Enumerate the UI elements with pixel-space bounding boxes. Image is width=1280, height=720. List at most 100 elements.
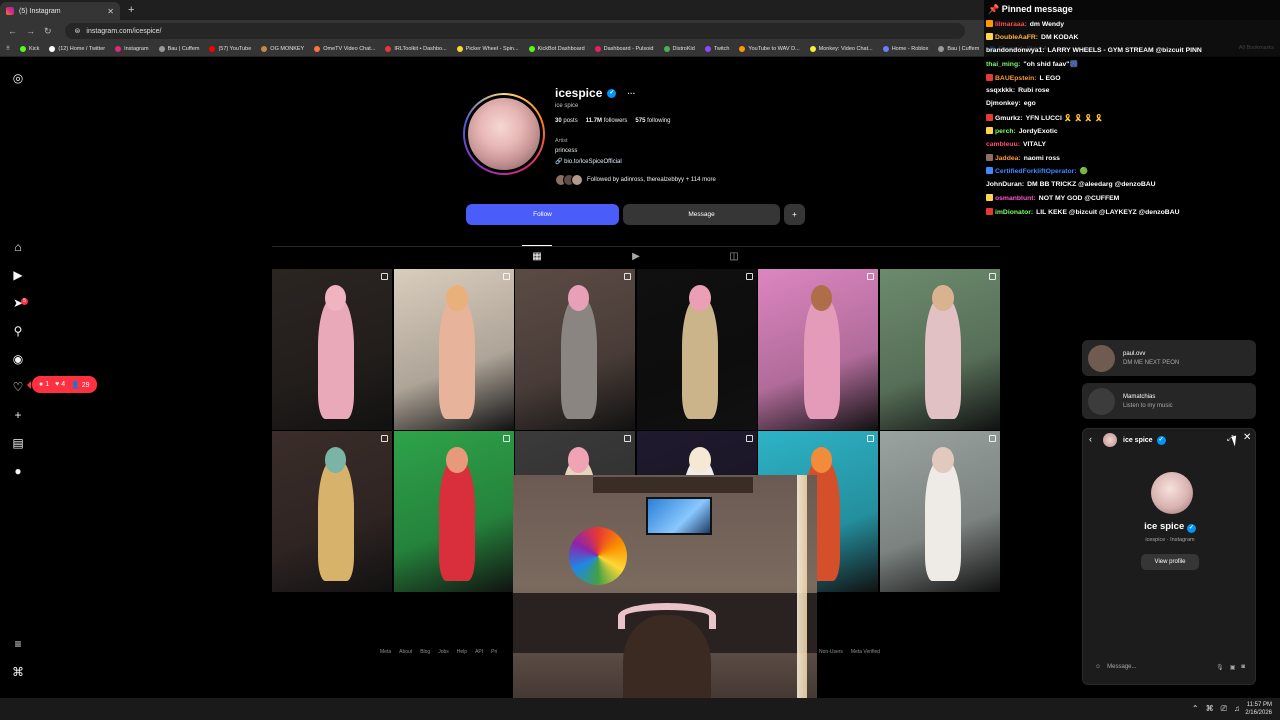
close-icon[interactable]: ✕ [1243,432,1251,443]
home-icon[interactable]: ⌂ [11,240,25,254]
post-thumbnail[interactable] [636,269,757,430]
dm-message-input[interactable]: ☺ Message... 🎙 ▣ ◙ [1095,659,1245,675]
tray-icon[interactable]: ⌘ [1206,704,1214,714]
browser-tab-instagram[interactable]: (5) Instagram ✕ [0,2,120,20]
profile-options-icon[interactable]: ··· [627,89,635,98]
bookmark-item[interactable]: Picker Wheel - Spin... [456,46,519,52]
tray-icon[interactable]: ⎚ [1221,704,1227,714]
like-count: ♥ 4 [55,381,66,388]
suggested-users-button[interactable]: + [784,204,805,225]
footer-link[interactable]: Pri [491,649,497,655]
taskbar-clock[interactable]: 11:57 PM 2/16/2026 [1245,701,1272,717]
post-thumbnail[interactable] [272,431,392,592]
profile-avatar-icon[interactable]: ● [11,464,25,478]
tray-icon[interactable]: ♫ [1234,704,1240,714]
emoji-icon[interactable]: ☺ [1095,664,1101,670]
tray-icon[interactable]: ⌃ [1192,704,1199,714]
post-thumbnail[interactable] [515,269,635,430]
carousel-icon [867,435,874,442]
new-tab-button[interactable]: + [128,4,134,16]
bookmark-item[interactable]: OmeTV Video Chat... [314,46,375,52]
footer-link[interactable]: Non-Users [819,649,843,655]
bookmark-item[interactable]: Home - Roblox [882,46,928,52]
bookmark-item[interactable]: OG MONKEY [261,46,304,52]
followers-stat[interactable]: 11.7M followers [586,118,628,124]
footer-link[interactable]: Meta [380,649,391,655]
post-thumbnail[interactable] [758,269,878,430]
bookmark-label: Monkey: Video Chat... [818,46,873,52]
dm-thread[interactable]: Mamatchias Listen to my music [1082,383,1256,419]
reels-icon[interactable]: ▶ [11,268,25,282]
site-info-icon[interactable]: ⊜ [75,27,81,35]
follow-button[interactable]: Follow [466,204,619,225]
more-menu-icon[interactable]: ≡ [11,637,25,651]
bookmark-item[interactable]: (57) YouTube [209,46,251,52]
clock-time: 11:57 PM [1246,702,1272,708]
dm-header-title[interactable]: ice spice ✓ [1123,436,1166,445]
image-icon[interactable]: ▣ [1230,664,1236,671]
profile-tabs-divider [272,246,1000,247]
carousel-icon [502,435,510,442]
profile-avatar[interactable] [463,93,545,175]
reels-tab-icon[interactable]: ▶ [630,251,642,263]
chat-username: ssqxkkk: [986,87,1016,94]
footer-link[interactable]: Blog [420,649,430,655]
bookmark-item[interactable]: Instagram [115,46,149,52]
create-icon[interactable]: + [11,408,25,422]
profile-link[interactable]: 🔗 bio.to/IceSpiceOfficial [555,158,622,165]
bookmark-item[interactable]: Dashboard - Pulsoid [594,46,654,52]
footer-link[interactable]: Help [457,649,467,655]
dm-thread[interactable]: paul.ovv DM ME NEXT PEON [1082,340,1256,376]
back-chevron-icon[interactable]: ‹ [1089,434,1092,444]
post-thumbnail[interactable] [393,269,514,430]
address-bar[interactable]: ⊜ instagram.com/icespice/ [64,23,965,39]
posts-grid-tab-icon[interactable]: ▦ [531,251,543,263]
dashboard-icon[interactable]: ▤ [11,436,25,450]
footer-links: Meta About Blog Jobs Help API Pri [380,649,497,655]
bookmark-item[interactable]: (12) Home / Twitter [49,46,105,52]
url-text: instagram.com/icespice/ [86,27,162,35]
back-icon[interactable]: ← [8,26,17,36]
instagram-logo-icon[interactable]: ◎ [11,71,25,85]
footer-link[interactable]: API [475,649,483,655]
bookmark-item[interactable]: DistroKid [663,46,695,52]
forward-icon[interactable]: → [26,26,35,36]
followed-by-row[interactable]: Followed by adinross, therealzebbyy + 11… [555,174,716,186]
footer-link[interactable]: Meta Verified [851,649,880,655]
footer-link[interactable]: Jobs [438,649,449,655]
bookmark-item[interactable]: Twitch [704,46,729,52]
post-thumbnail[interactable] [393,431,514,592]
apps-icon[interactable]: ⠿ [6,46,10,52]
meta-apps-icon[interactable]: ⌘ [11,665,25,679]
bookmark-item[interactable]: Bau | Cuffem [158,46,199,52]
notifications-heart-icon[interactable]: ♡ [11,380,25,394]
close-tab-icon[interactable]: ✕ [107,7,114,16]
bookmark-item[interactable]: Monkey: Video Chat... [809,46,873,52]
tagged-tab-icon[interactable]: ◫ [728,251,740,263]
post-thumbnail[interactable] [879,269,1000,430]
chat-text: LIL KEKE @bizcuit @LAYKEYZ @denzoBAU [1036,208,1180,216]
bookmark-item[interactable]: Bau | Cuffem [938,46,979,52]
verified-badge-icon: ✓ [607,88,617,98]
prize-wheel [569,527,627,585]
following-stat[interactable]: 575 following [635,118,670,124]
bookmark-item[interactable]: KickBot Dashboard [528,46,585,52]
bookmark-item[interactable]: Kick [20,46,39,52]
carousel-icon [624,273,631,280]
mic-icon[interactable]: 🎙 [1216,664,1224,671]
chat-username: perch: [995,128,1016,136]
activity-notification-pill[interactable]: ● 1 ♥ 4 👤 29 [27,376,97,393]
post-thumbnail[interactable] [879,431,1000,592]
search-icon[interactable]: ⚲ [11,324,25,338]
view-profile-button[interactable]: View profile [1141,554,1199,570]
post-subject-head [446,447,468,473]
sticker-icon[interactable]: ◙ [1241,664,1245,670]
bookmark-item[interactable]: IRLToolkit • Dashbo... [385,46,447,52]
explore-icon[interactable]: ◉ [11,352,25,366]
bookmark-item[interactable]: YouTube to WAV D... [739,46,800,52]
bookmark-favicon-icon [158,46,165,52]
footer-link[interactable]: About [399,649,412,655]
post-thumbnail[interactable] [272,269,392,430]
reload-icon[interactable]: ↻ [44,26,52,37]
message-button[interactable]: Message [623,204,780,225]
